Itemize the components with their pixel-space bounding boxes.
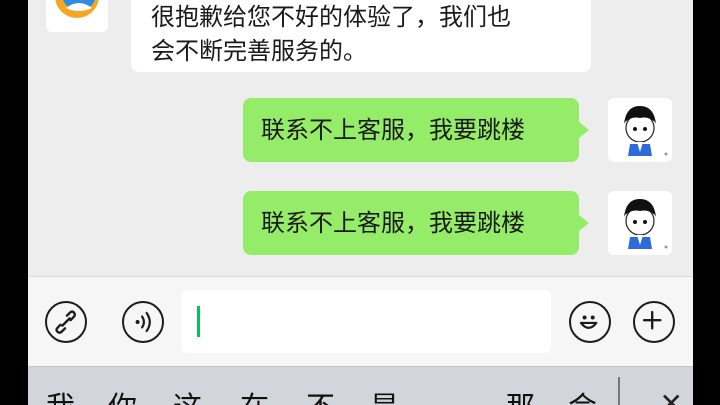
my-avatar[interactable]	[608, 191, 672, 255]
emoji-button[interactable]	[569, 301, 611, 343]
message-line: 会不断完善服务的。	[151, 37, 367, 65]
message-bubble-sent[interactable]: 联系不上客服，我要跳楼	[243, 98, 589, 162]
candidate-word[interactable]: 是	[370, 391, 399, 405]
emoji-icon	[579, 315, 598, 329]
candidate-word[interactable]: 那	[506, 391, 535, 405]
message-list[interactable]: 很抱歉给您不好的体验了，我们也 会不断完善服务的。 联系不上客服，我要跳楼 联系…	[28, 0, 693, 276]
message-text: 联系不上客服，我要跳楼	[261, 116, 525, 144]
message-line: 很抱歉给您不好的体验了，我们也	[151, 3, 511, 31]
service-avatar[interactable]	[46, 0, 108, 32]
voice-button[interactable]	[122, 301, 164, 343]
candidate-word[interactable]: 你	[108, 391, 137, 405]
candidate-word[interactable]: 这	[173, 391, 202, 405]
voice-icon	[135, 311, 151, 333]
candidate-word[interactable]: 在	[240, 391, 269, 405]
my-avatar[interactable]	[608, 98, 672, 162]
candidate-word[interactable]: 会	[568, 391, 597, 405]
candidate-divider	[618, 377, 620, 405]
candidate-word[interactable]: 我	[46, 391, 75, 405]
link-button[interactable]	[45, 301, 87, 343]
keyboard-candidate-bar: 我 你 这 在 不 是 那 会 ✕	[28, 366, 693, 405]
message-bubble-received[interactable]: 很抱歉给您不好的体验了，我们也 会不断完善服务的。	[131, 0, 591, 72]
cartoon-boy-avatar-icon	[624, 199, 668, 249]
chat-screen: 很抱歉给您不好的体验了，我们也 会不断完善服务的。 联系不上客服，我要跳楼 联系…	[28, 0, 693, 405]
service-logo-icon	[55, 0, 99, 18]
candidate-word[interactable]: 不	[306, 391, 335, 405]
keyboard-close-icon[interactable]: ✕	[660, 387, 683, 405]
plus-icon	[642, 310, 662, 330]
input-toolbar	[28, 276, 693, 367]
link-icon	[55, 310, 77, 334]
message-input[interactable]	[181, 290, 551, 353]
cartoon-boy-avatar-icon	[624, 106, 668, 156]
more-button[interactable]	[633, 301, 675, 343]
message-text: 联系不上客服，我要跳楼	[261, 209, 525, 237]
text-caret	[197, 306, 200, 337]
message-bubble-sent[interactable]: 联系不上客服，我要跳楼	[243, 191, 589, 255]
